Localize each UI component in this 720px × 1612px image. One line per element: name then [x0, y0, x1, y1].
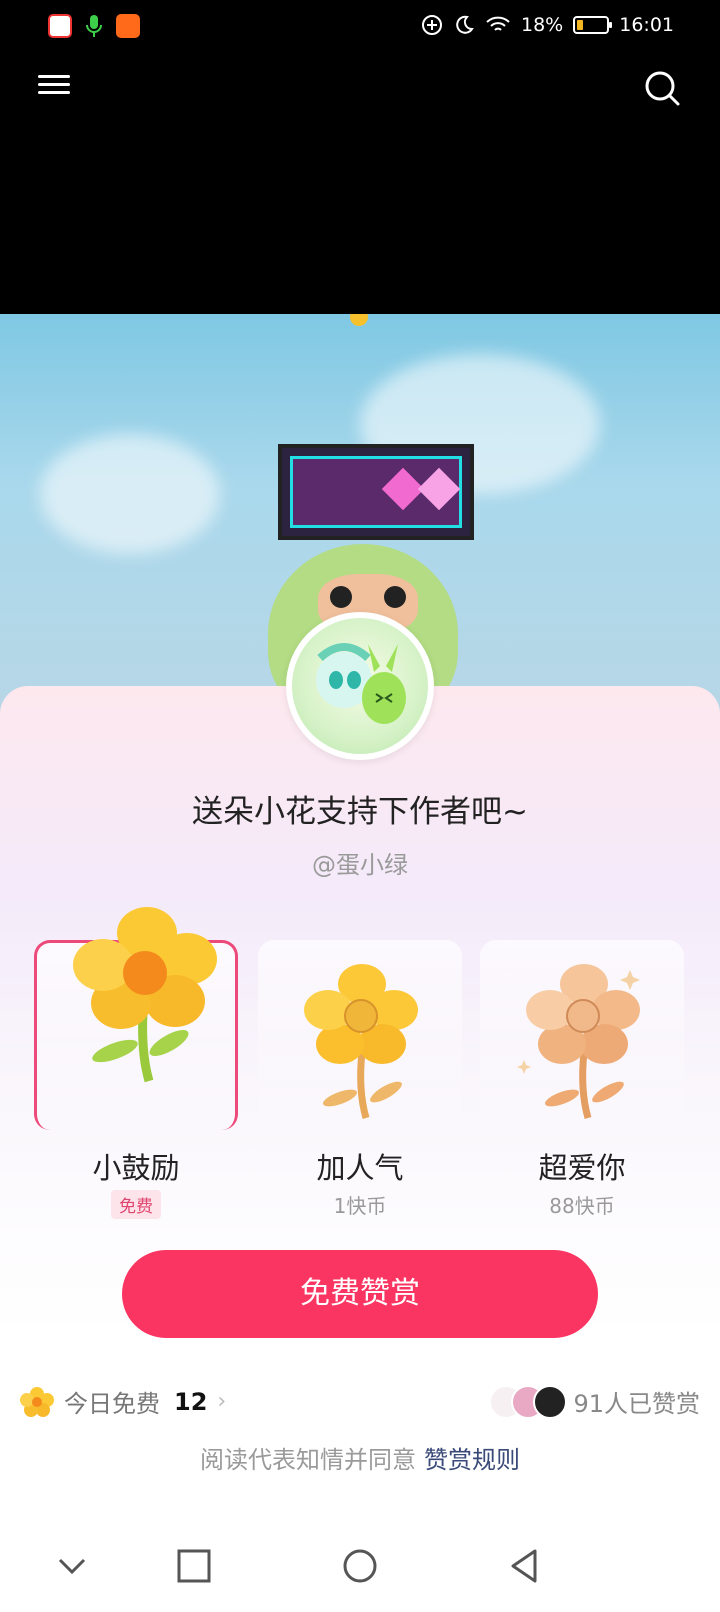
gold-flower-icon — [304, 964, 418, 1119]
search-icon[interactable] — [642, 68, 682, 108]
sheet-title: 送朵小花支持下作者吧~ — [192, 794, 528, 830]
battery-icon — [573, 16, 613, 34]
author-avatar[interactable] — [286, 612, 434, 760]
red-app-icon — [48, 14, 72, 38]
status-indicators: 18% 16:01 — [421, 14, 674, 36]
free-badge: 免费 — [111, 1190, 161, 1219]
cloud-shape — [40, 434, 220, 554]
gift-card-add-popularity[interactable] — [258, 940, 462, 1130]
add-circle-icon — [422, 15, 442, 35]
gift-name-1: 小鼓励 — [92, 1151, 180, 1185]
clock: 16:01 — [619, 14, 674, 36]
moon-icon — [456, 15, 474, 34]
small-flower-icon — [20, 1386, 54, 1417]
rewarded-users-row[interactable]: 91人已赞赏 — [489, 1384, 700, 1419]
gift-name-3: 超爱你 — [538, 1151, 626, 1185]
agreement-line: 阅读代表知情并同意 赞赏规则 — [0, 1440, 720, 1475]
chevron-down-icon[interactable] — [52, 1546, 92, 1586]
gift-price-3: 88快币 — [549, 1194, 615, 1218]
gift-price-1: 免费 — [34, 1190, 238, 1219]
free-reward-button[interactable]: 免费赞赏 — [122, 1250, 598, 1338]
recent-apps-icon[interactable] — [174, 1546, 214, 1586]
agreement-text: 阅读代表知情并同意 — [200, 1446, 416, 1474]
mic-icon — [82, 14, 106, 38]
status-bar: 18% 16:01 — [0, 0, 720, 56]
coin-dot — [350, 314, 368, 326]
top-bar — [0, 56, 720, 136]
home-icon[interactable] — [340, 1546, 380, 1586]
gift-name-2: 加人气 — [316, 1151, 404, 1185]
free-today-count: 12 — [174, 1387, 208, 1416]
rewarded-count-text: 91人已赞赏 — [573, 1390, 700, 1418]
gift-card-love-you[interactable] — [480, 940, 684, 1130]
avatar — [533, 1384, 568, 1419]
kuaishou-icon — [116, 14, 140, 38]
status-app-icons — [48, 14, 140, 38]
chevron-right-icon: › — [217, 1389, 227, 1414]
back-icon[interactable] — [505, 1546, 545, 1586]
system-nav-bar — [0, 1530, 720, 1612]
gift-price-2: 1快币 — [333, 1194, 387, 1218]
rewarded-avatars — [489, 1384, 568, 1419]
free-today-row[interactable]: 今日免费 12 › — [20, 1384, 226, 1419]
yellow-flower-icon — [73, 907, 217, 1083]
wifi-icon — [486, 16, 510, 31]
rose-gold-flower-icon — [517, 964, 640, 1119]
avatar-character-icon — [316, 643, 406, 724]
gift-card-small-encourage[interactable] — [34, 907, 238, 1130]
reward-rules-link[interactable]: 赞赏规则 — [424, 1446, 520, 1474]
menu-icon[interactable] — [38, 70, 70, 102]
free-today-label: 今日免费 — [64, 1390, 160, 1418]
author-handle[interactable]: @蛋小绿 — [0, 845, 720, 880]
battery-percent: 18% — [521, 14, 564, 36]
